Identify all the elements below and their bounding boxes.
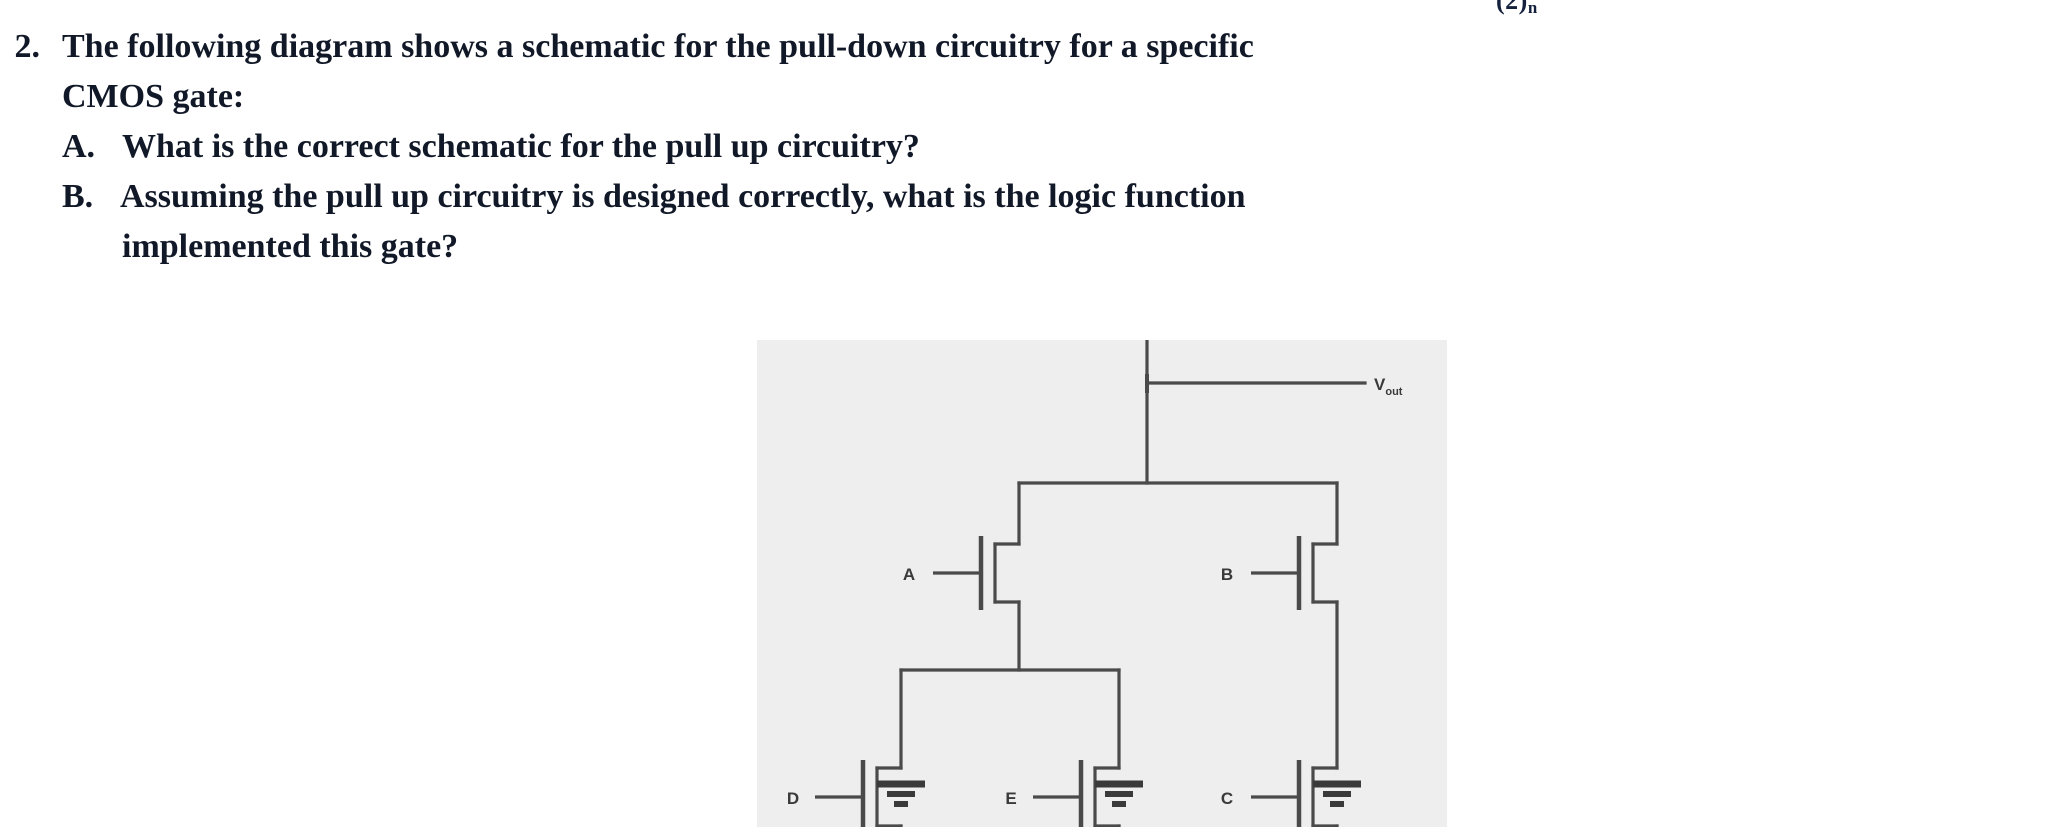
- vout-label-subscript: out: [1385, 386, 1402, 398]
- transistor-d: D: [787, 760, 903, 827]
- transistor-c-label: C: [1221, 789, 1233, 808]
- transistor-b: B: [1221, 536, 1339, 770]
- circuit-schematic-svg: Vout A B D E C: [787, 340, 1403, 827]
- vout-label: Vout: [1374, 375, 1403, 398]
- question-body: The following diagram shows a schematic …: [62, 22, 1900, 272]
- question-line-2: CMOS gate:: [62, 78, 245, 115]
- top-drain-bus: [1017, 481, 1339, 546]
- transistor-a-label: A: [903, 565, 915, 584]
- question-block: 2. The following diagram shows a schemat…: [0, 22, 1900, 272]
- vout-label-main: V: [1374, 375, 1386, 394]
- part-b-continuation: implemented this gate?: [122, 228, 459, 265]
- part-b-label: B.: [62, 178, 94, 215]
- part-b-text: Assuming the pull up circuitry is design…: [120, 178, 1246, 215]
- transistor-e: E: [1005, 760, 1121, 827]
- top-cut-fragment: (2)n: [1496, 0, 1538, 18]
- transistor-b-label: B: [1221, 565, 1233, 584]
- top-cut-fragment-subscript: n: [1527, 0, 1538, 18]
- question-number: 2.: [14, 28, 41, 65]
- question-main: 2. The following diagram shows a schemat…: [0, 22, 1900, 272]
- question-part-b: B. Assuming the pull up circuitry is des…: [62, 172, 1900, 222]
- question-part-a: A. What is the correct schematic for the…: [62, 122, 1900, 172]
- top-cut-fragment-text: (2): [1496, 0, 1528, 15]
- part-a-text: What is the correct schematic for the pu…: [122, 128, 920, 165]
- circuit-schematic-figure: Vout A B D E C: [757, 340, 1447, 827]
- transistor-e-label: E: [1005, 789, 1016, 808]
- transistor-a: A: [903, 536, 1021, 672]
- part-a-label: A.: [62, 128, 96, 165]
- ground-symbol-c: [1313, 780, 1361, 807]
- transistor-c: C: [1221, 760, 1339, 827]
- vout-net: [1145, 340, 1367, 485]
- ground-symbol-e: [1095, 780, 1143, 807]
- question-line-1: The following diagram shows a schematic …: [62, 28, 1254, 65]
- mid-drain-bus: [899, 668, 1121, 770]
- transistor-d-label: D: [787, 789, 799, 808]
- ground-symbol-d: [877, 780, 925, 807]
